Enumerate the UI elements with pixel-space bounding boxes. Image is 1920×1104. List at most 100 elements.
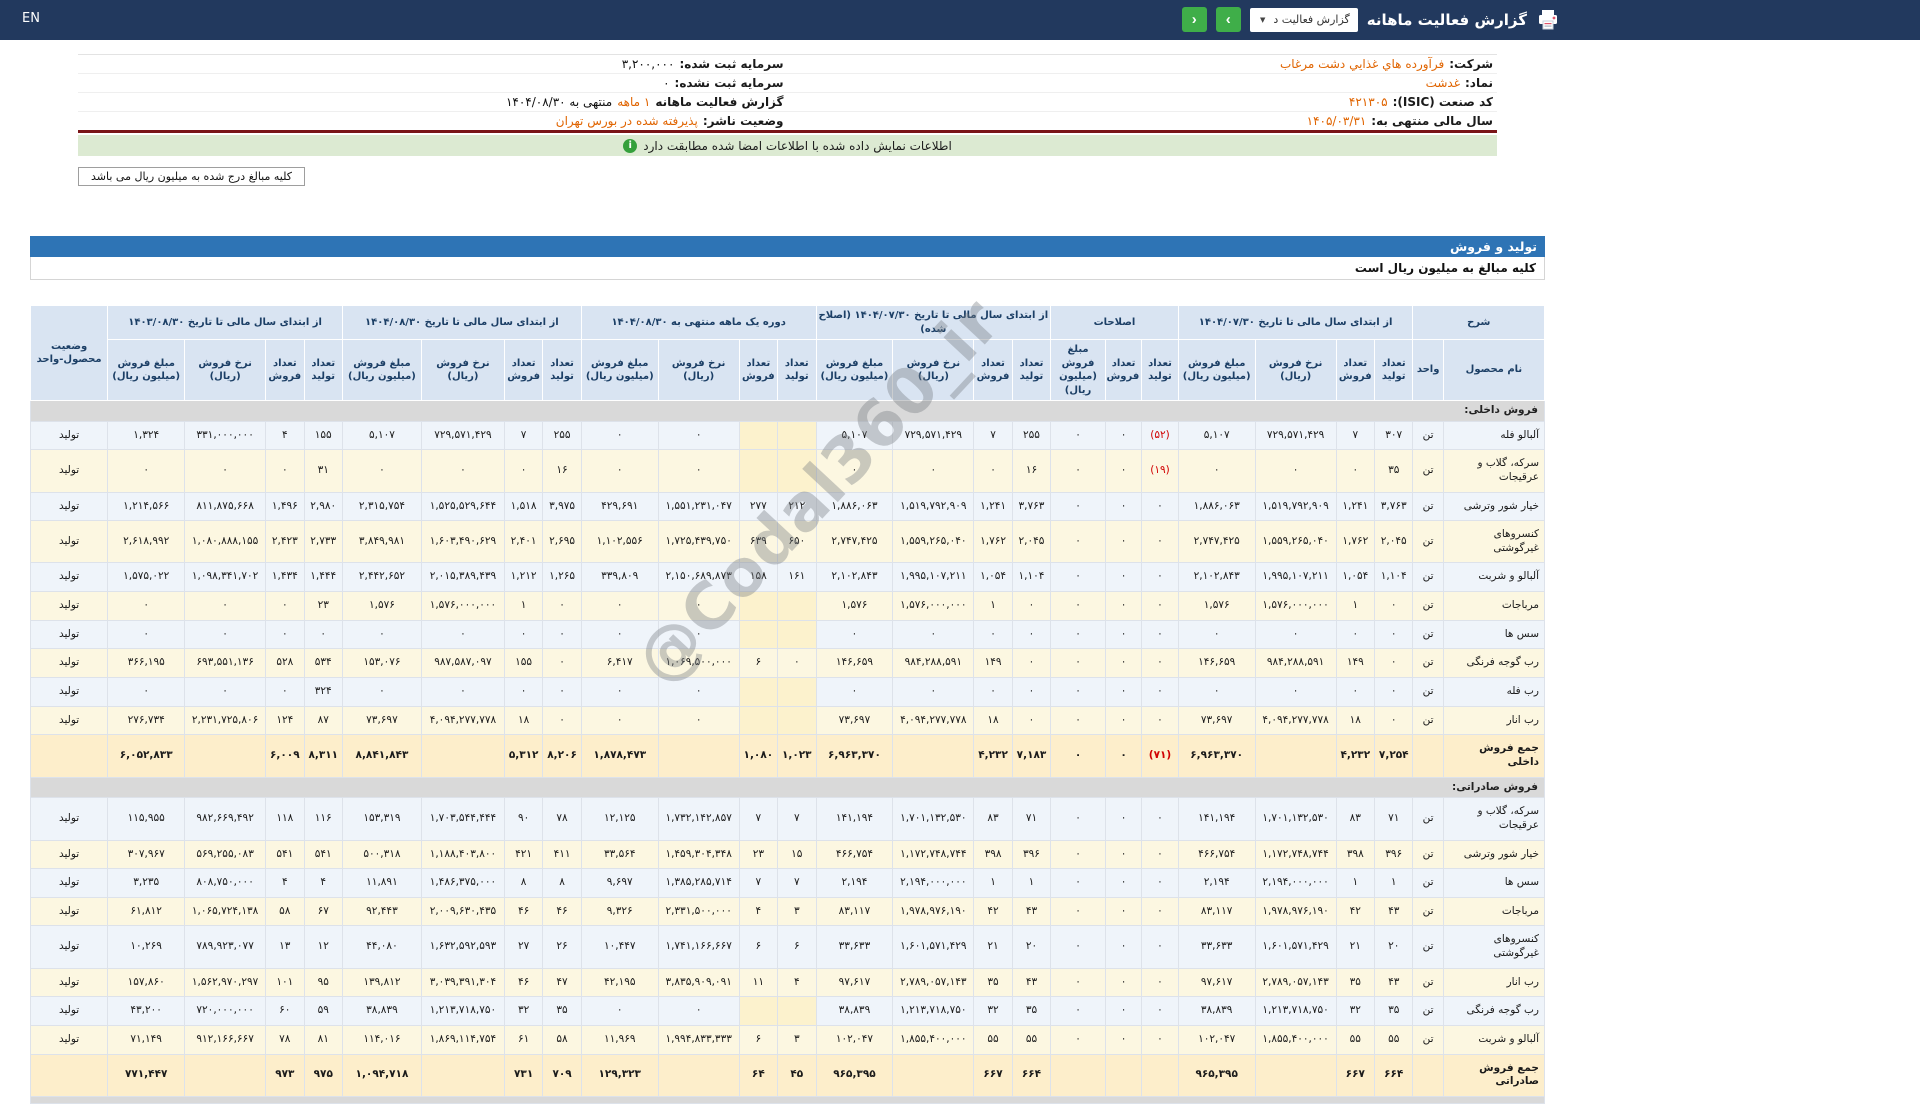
value-cell: ۵۶۹,۲۵۵,۰۸۳ [184, 839, 267, 870]
report-type-dropdown[interactable]: گزارش فعالیت د ▼ [1249, 7, 1358, 32]
value-cell: ۹۸۴,۲۸۸,۵۹۱ [1254, 648, 1337, 679]
value-cell: ۷ [777, 797, 817, 841]
language-switch[interactable]: EN [22, 11, 40, 26]
col-qty-sold: تعداد فروش [738, 339, 779, 401]
value-cell: ۱۵۸ [738, 562, 779, 593]
col-sale-rate: نرخ فروش (ریال) [420, 339, 505, 401]
product-name-cell: سس ها [1442, 868, 1546, 898]
value-cell: ۸,۳۱۱ [303, 734, 343, 778]
value-cell: ۰ [580, 677, 659, 707]
value-cell: ۴ [265, 868, 305, 898]
prev-period-button[interactable]: ‹ [1181, 7, 1207, 32]
value-cell: ۶۱ [503, 1025, 544, 1055]
value-cell: ۸۷ [303, 705, 343, 736]
value-cell: ۰ [580, 996, 659, 1027]
col-unit: واحد [1412, 339, 1444, 401]
value-cell: ۴۳ [1011, 896, 1052, 927]
value-cell: ۱,۵۱۹,۷۹۲,۹۰۹ [1254, 491, 1337, 522]
col-group-ytd-1404-08: از ابتدای سال مالی تا تاریخ ۱۴۰۴/۰۸/۳۰ [341, 305, 582, 340]
value-cell: ۱,۰۵۴ [1335, 562, 1376, 593]
product-name-cell: رب فله [1442, 677, 1546, 707]
value-cell: ۶۵۰ [777, 520, 817, 564]
table-row: رب گوجه فرنگی تن ۰ ۱۴۹ ۹۸۴,۲۸۸,۵۹۱ ۱۴۶,۶۵۹ ۰ ۰ ۰… [29, 648, 1546, 679]
value-cell: ۷۷۱,۴۴۷ [107, 1053, 186, 1097]
unregistered-capital-label: سرمایه ثبت نشده: [674, 76, 784, 90]
table-row: خیار شور وترشی تن ۳,۷۶۳ ۱,۲۴۱ ۱,۵۱۹,۷۹۲,۹۰۹ ۱… [29, 491, 1546, 522]
unit-cell: تن [1412, 677, 1444, 707]
value-cell: ۹,۶۹۷ [580, 868, 659, 898]
value-cell [1254, 1053, 1337, 1097]
value-cell: ۱۲۹,۳۲۳ [580, 1053, 659, 1097]
value-cell: ۰ [184, 619, 267, 650]
value-cell: ۱,۹۹۵,۱۰۷,۲۱۱ [892, 562, 975, 593]
value-cell: ۲,۷۳۳ [303, 520, 343, 564]
status-cell [29, 734, 109, 778]
value-cell: ۲۰ [1011, 925, 1052, 969]
table-row: سرکه، گلاب و عرقیجات تن ۷۱ ۸۳ ۱,۷۰۱,۱۳۲,۵۳۰ ۱… [29, 797, 1546, 841]
value-cell: ۱۰۱ [265, 967, 305, 998]
value-cell: ۱,۰۵۴ [973, 562, 1013, 593]
fiscal-year-label: سال مالی منتهی به: [1371, 114, 1493, 128]
value-cell: ۰ [1050, 896, 1106, 927]
value-cell: ۲۳ [738, 839, 779, 870]
value-cell: ۰ [1141, 967, 1179, 998]
value-cell: ۰ [1254, 449, 1337, 493]
product-name-cell: سرکه، گلاب و عرقیجات [1442, 797, 1546, 841]
amounts-note: کلیه مبالغ درج شده به میلیون ریال می باش… [78, 167, 305, 186]
value-cell: ۰ [184, 677, 267, 707]
value-cell: ۲۱۲ [777, 491, 817, 522]
value-cell: ۲,۰۴۵ [1374, 520, 1414, 564]
navbar-controls: گزارش فعالیت ماهانه گزارش فعالیت د ▼ › ‹ [1181, 7, 1560, 32]
value-cell: ۸۱۱,۸۷۵,۶۶۸ [184, 491, 267, 522]
value-cell: ۳۲ [1335, 996, 1376, 1027]
value-cell: ۰ [1011, 677, 1052, 707]
value-cell [657, 1053, 740, 1097]
value-cell: ۰ [1177, 449, 1256, 493]
value-cell: ۱۵۳,۳۱۹ [341, 797, 422, 841]
value-cell: ۱,۱۰۴ [1374, 562, 1414, 593]
value-cell: ۴۲ [973, 896, 1013, 927]
unit-cell: تن [1412, 562, 1444, 593]
value-cell: ۵,۱۰۷ [815, 420, 894, 451]
value-cell: ۷ [738, 868, 779, 898]
unit-cell: تن [1412, 996, 1444, 1027]
value-cell: ۲,۶۱۸,۹۹۲ [107, 520, 186, 564]
table-sub-header-row: نام محصول واحد تعداد تولید تعداد فروش نر… [31, 339, 1546, 401]
value-cell: ۱,۰۲۳ [777, 734, 817, 778]
value-cell: ۰ [1141, 896, 1179, 927]
value-cell [892, 734, 975, 778]
value-cell: ۱۶ [542, 449, 582, 493]
value-cell: ۳۳,۵۶۴ [580, 839, 659, 870]
value-cell: ۰ [973, 449, 1013, 493]
company-info-right-column: شرکت: فرآورده هاي غذايي دشت مرغاب نماد: … [787, 55, 1497, 130]
value-cell: ۴۲۹,۶۹۱ [580, 491, 659, 522]
value-cell: ۰ [1104, 562, 1143, 593]
print-icon[interactable] [1536, 8, 1560, 32]
value-cell: ۱۲,۱۲۵ [580, 797, 659, 841]
value-cell: ۱۳۹,۸۱۲ [341, 967, 422, 998]
value-cell: ۶ [777, 925, 817, 969]
value-cell: ۸۰۸,۷۵۰,۰۰۰ [184, 868, 267, 898]
status-cell: تولید [29, 619, 109, 650]
value-cell: ۰ [657, 619, 740, 650]
value-cell [738, 705, 779, 736]
value-cell: ۷۲۹,۵۷۱,۴۲۹ [892, 420, 975, 451]
table-row: مرباجات تن ۴۳ ۴۲ ۱,۹۷۸,۹۷۶,۱۹۰ ۸۳,۱۱۷ ۰ ۰ ۰ ۴۳ ۴۲ ۱… [29, 896, 1546, 927]
table-row: آلبالو فله تن ۳۰۷ ۷ ۷۲۹,۵۷۱,۴۲۹ ۵,۱۰۷ (۵۲) ۰ ۰ ۲۵… [29, 420, 1546, 451]
unit-cell: تن [1412, 868, 1444, 898]
unit-cell: تن [1412, 925, 1444, 969]
value-cell: ۰ [1141, 562, 1179, 593]
value-cell [738, 420, 779, 451]
value-cell: ۱۵۳,۰۷۶ [341, 648, 422, 679]
next-period-button[interactable]: › [1215, 7, 1241, 32]
value-cell: ۲۵۵ [542, 420, 582, 451]
company-info: شرکت: فرآورده هاي غذايي دشت مرغاب نماد: … [78, 54, 1497, 133]
value-cell: ۱,۲۱۳,۷۱۸,۷۵۰ [892, 996, 975, 1027]
value-cell: ۰ [1374, 677, 1414, 707]
value-cell: ۰ [1335, 619, 1376, 650]
value-cell: ۱,۶۰۳,۴۹۰,۶۲۹ [420, 520, 505, 564]
chevron-down-icon: ▼ [1260, 15, 1266, 24]
value-cell: ۷۳۱ [503, 1053, 544, 1097]
value-cell: ۰ [1050, 648, 1106, 679]
value-cell: ۳۹۸ [1335, 839, 1376, 870]
